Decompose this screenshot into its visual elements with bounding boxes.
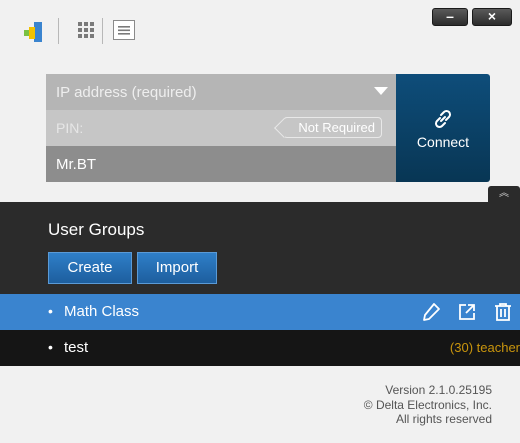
- connection-panel: PIN: Not Required Mr.BT Connect: [46, 74, 490, 182]
- pencil-icon[interactable]: [421, 302, 441, 322]
- footer: Version 2.1.0.25195 © Delta Electronics,…: [0, 366, 520, 443]
- minimize-button[interactable]: –: [432, 8, 468, 26]
- group-name: Math Class: [64, 303, 140, 320]
- export-icon[interactable]: [457, 302, 477, 322]
- copyright-text: © Delta Electronics, Inc.: [363, 398, 492, 412]
- pin-label: PIN:: [56, 120, 84, 136]
- group-name: test: [64, 339, 89, 356]
- user-groups-title: User Groups: [48, 220, 145, 239]
- name-value: Mr.BT: [56, 156, 96, 173]
- user-groups-panel: User Groups Create Import: [0, 202, 520, 294]
- bullet: •: [48, 339, 53, 355]
- close-button[interactable]: ×: [472, 8, 512, 26]
- trash-icon[interactable]: [493, 302, 513, 322]
- toolbar-separator: [102, 18, 103, 44]
- import-button[interactable]: Import: [137, 252, 217, 284]
- list-item-test[interactable]: • test (30) teacher: [0, 330, 520, 366]
- create-button[interactable]: Create: [48, 252, 132, 284]
- app-logo-icon[interactable]: [22, 20, 44, 44]
- teacher-count: (30) teacher: [449, 340, 520, 355]
- toolbar-separator: [58, 18, 59, 44]
- name-field[interactable]: Mr.BT: [46, 146, 396, 182]
- connect-button[interactable]: Connect: [396, 74, 490, 182]
- link-icon: [434, 109, 452, 129]
- app-window: – × PIN: Not Required Mr.BT Connect: [0, 0, 520, 443]
- title-bar: – ×: [0, 0, 520, 60]
- version-text: Version 2.1.0.25195: [385, 383, 492, 397]
- rights-text: All rights reserved: [395, 412, 492, 426]
- ip-address-input[interactable]: [46, 74, 376, 110]
- double-chevron-up-icon[interactable]: ︽: [488, 186, 520, 202]
- chevron-down-icon[interactable]: [374, 87, 388, 95]
- bullet: •: [48, 303, 53, 319]
- pin-status-badge: Not Required: [283, 117, 382, 138]
- grid-icon[interactable]: [78, 22, 94, 38]
- ip-address-field: [46, 74, 396, 110]
- list-item-math-class[interactable]: • Math Class: [0, 294, 520, 330]
- pin-field[interactable]: PIN: Not Required: [46, 110, 396, 146]
- menu-icon[interactable]: [113, 20, 135, 40]
- connect-label: Connect: [416, 134, 470, 150]
